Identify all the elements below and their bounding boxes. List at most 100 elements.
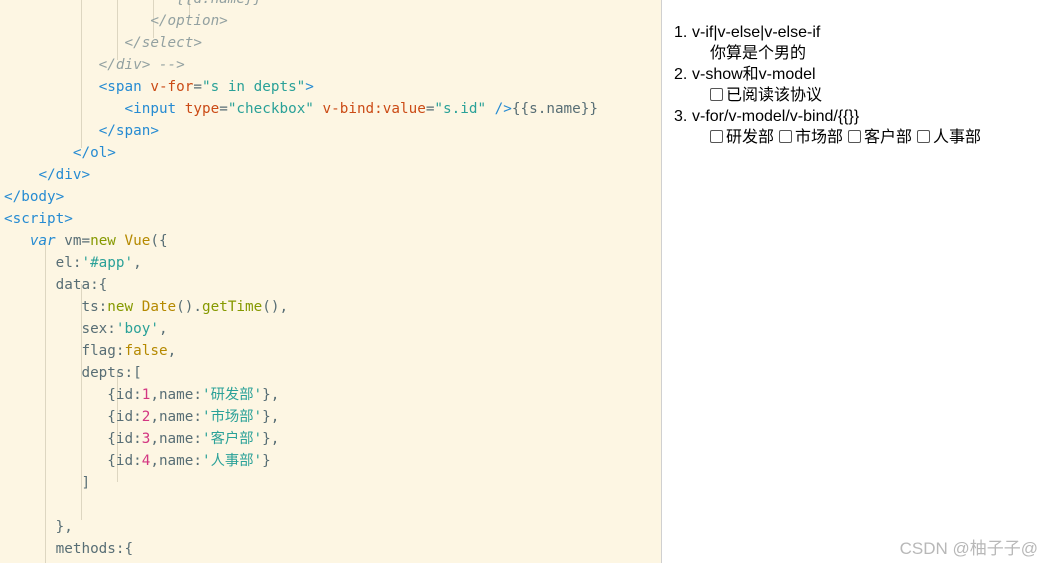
code-line: {{d.name}} (4, 0, 262, 10)
code-token: "checkbox" (227, 101, 323, 117)
code-line: {id:1,name:'研发部'}, (4, 384, 279, 406)
code-token: {{s.name}} (511, 101, 598, 117)
code-line: el:'#app', (4, 252, 142, 274)
code-token: new (107, 299, 142, 315)
code-token: <span (98, 79, 151, 95)
code-token: Vue (124, 233, 151, 249)
gender-text: 你算是个男的 (710, 45, 807, 62)
agreement-row: 已阅读该协议 (710, 85, 822, 106)
code-token: '人事部' (202, 453, 263, 469)
list-item-vif: 1. v-if|v-else|v-else-if (674, 22, 821, 43)
dept-label: 研发部 (726, 129, 775, 146)
code-token: ,name: (150, 453, 202, 469)
code-line: <input type="checkbox" v-bind:value="s.i… (4, 98, 598, 120)
code-line: {id:4,name:'人事部'} (4, 450, 271, 472)
code-editor[interactable]: {{d.name}} </option> </select> </div> --… (0, 0, 662, 563)
code-token: (), (262, 299, 289, 315)
code-line: </select> (4, 32, 202, 54)
code-token: v-bind:value (322, 101, 426, 117)
code-token: (). (176, 299, 202, 315)
agreement-checkbox[interactable] (710, 88, 723, 101)
code-token: }, (262, 409, 280, 425)
code-token: {id: (4, 409, 142, 425)
list-item-label: v-show和v-model (692, 66, 816, 83)
code-token: ] (4, 475, 91, 491)
dept-option: 市场部 (779, 127, 843, 148)
dept-option: 人事部 (917, 127, 981, 148)
code-token: ({ (150, 233, 168, 249)
code-token: </option> (4, 13, 228, 29)
code-token: '研发部' (202, 387, 263, 403)
code-token: </div> --> (4, 57, 185, 73)
code-line: depts:[ (4, 362, 142, 384)
list-item-vshow: 2. v-show和v-model (674, 64, 816, 85)
code-token: , (158, 321, 168, 337)
dept-checkboxes: 研发部 市场部 客户部 人事部 (710, 127, 986, 148)
code-token: Date (141, 299, 177, 315)
code-token: {{d.name}} (4, 0, 262, 7)
code-token: el: (4, 255, 82, 271)
code-token: depts:[ (4, 365, 142, 381)
code-token: /> (486, 101, 512, 117)
list-item-label: v-for/v-model/v-bind/{{}} (692, 108, 860, 125)
code-token: vm= (64, 233, 91, 249)
dept-option: 研发部 (710, 127, 774, 148)
code-token: '客户部' (202, 431, 263, 447)
code-token: ,name: (150, 409, 202, 425)
code-token: ,name: (150, 387, 202, 403)
code-token: new (90, 233, 125, 249)
code-token: </body> (4, 189, 65, 205)
code-token: </select> (4, 35, 202, 51)
dept-checkbox[interactable] (917, 130, 931, 143)
code-token: ,name: (150, 431, 202, 447)
csdn-watermark: CSDN @柚子子@ (899, 539, 1038, 558)
code-token: data:{ (4, 277, 108, 293)
code-token: </ol> (72, 145, 116, 161)
code-token: "s in depts" (202, 79, 306, 95)
list-number: 3. (674, 108, 688, 125)
code-line: </ol> (4, 142, 116, 164)
dept-checkbox[interactable] (710, 130, 723, 143)
code-line: methods:{ (4, 538, 133, 560)
dept-checkbox[interactable] (848, 130, 862, 143)
code-token: v-for (150, 79, 194, 95)
code-token: = (193, 79, 202, 95)
code-token: </div> (38, 167, 91, 183)
code-token: , (133, 255, 142, 271)
code-token: getTime (202, 299, 263, 315)
code-line: flag:false, (4, 340, 176, 362)
list-item-label: v-if|v-else|v-else-if (692, 24, 821, 41)
code-token: var (29, 233, 65, 249)
gender-message: 你算是个男的 (710, 43, 806, 64)
code-token: > (305, 79, 314, 95)
agreement-label: 已阅读该协议 (726, 87, 823, 104)
code-line: </div> --> (4, 54, 185, 76)
code-token: {id: (4, 387, 142, 403)
dept-checkbox[interactable] (779, 130, 793, 143)
code-line: </option> (4, 10, 228, 32)
code-line: var vm=new Vue({ (4, 230, 168, 252)
code-line: <span v-for="s in depts"> (4, 76, 314, 98)
code-token: } (262, 453, 271, 469)
code-token: {id: (4, 431, 142, 447)
code-token: 'boy' (115, 321, 159, 337)
code-token: type (184, 101, 220, 117)
code-line: sex:'boy', (4, 318, 168, 340)
code-token: "s.id" (434, 101, 487, 117)
code-line: ts:new Date().getTime(), (4, 296, 288, 318)
code-token: '市场部' (202, 409, 263, 425)
code-token: '#app' (81, 255, 134, 271)
browser-preview: 1. v-if|v-else|v-else-if 你算是个男的 2. v-sho… (662, 0, 1052, 563)
code-line: data:{ (4, 274, 108, 296)
code-token: methods:{ (4, 541, 134, 557)
dept-label: 市场部 (795, 129, 844, 146)
code-token: }, (4, 519, 73, 535)
dept-label: 人事部 (933, 129, 982, 146)
code-token: flag: (4, 343, 125, 359)
code-line: </span> (4, 120, 159, 142)
